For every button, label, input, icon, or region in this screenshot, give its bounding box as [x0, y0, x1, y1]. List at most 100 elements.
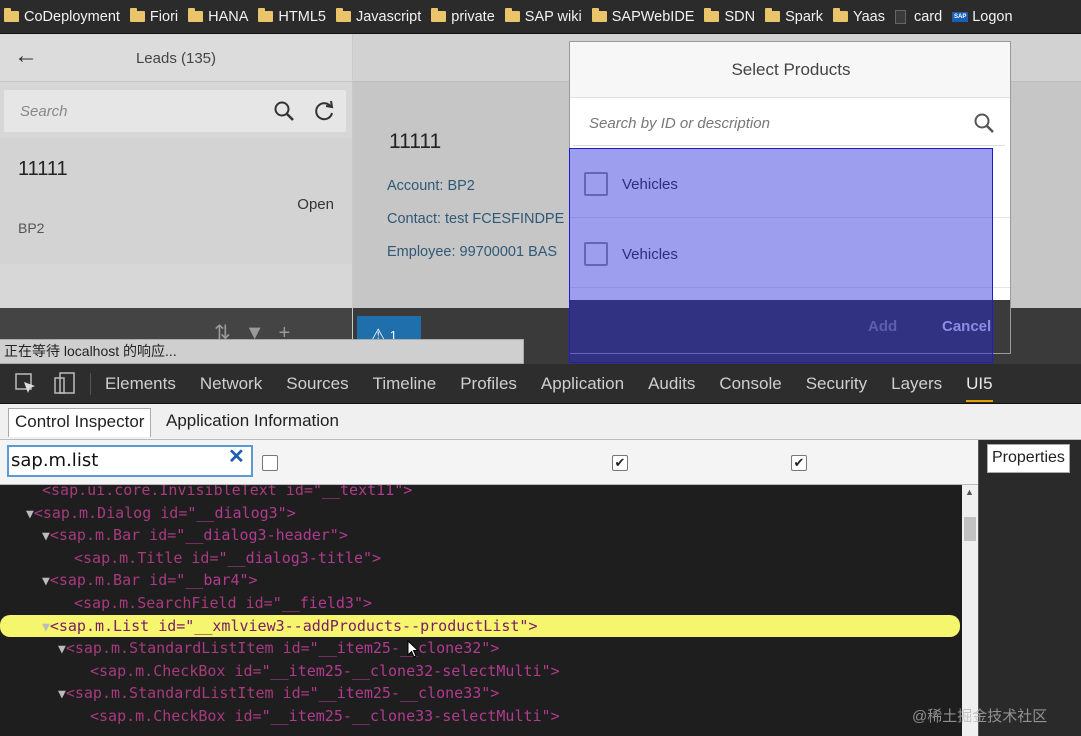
filter-input[interactable]: sap.m.list	[7, 445, 253, 477]
devtools-tab-layers[interactable]: Layers	[891, 374, 942, 394]
bookmark-item[interactable]: HANA	[188, 8, 249, 25]
bookmark-item[interactable]: Spark	[765, 8, 823, 25]
select-products-dialog: Select Products Search by ID or descript…	[569, 41, 1011, 354]
control-tree: <sap.ui.core.InvisibleText id="__text11"…	[0, 485, 962, 736]
devtools-tab-audits[interactable]: Audits	[648, 374, 695, 394]
devtools-tab-ui5[interactable]: UI5	[966, 374, 993, 402]
add-button[interactable]: Add	[868, 318, 897, 335]
bookmark-item[interactable]: Yaas	[833, 8, 885, 25]
node-tag: <sap.m.Dialog	[33, 503, 152, 522]
bookmark-item[interactable]: SAP wiki	[504, 8, 582, 25]
node-attr-value: "__item25-__clone33">	[309, 684, 500, 703]
folder-icon	[188, 8, 204, 22]
dialog-footer: Add Cancel	[570, 300, 1010, 353]
tree-node[interactable]: <sap.m.CheckBox id="__item25-__clone33-s…	[0, 705, 560, 728]
detail-contact[interactable]: Contact: test FCESFINDPE	[387, 211, 564, 227]
devtools-tab-application[interactable]: Application	[541, 374, 624, 394]
tree-node[interactable]: ▼<sap.m.Bar id="__dialog3-header">	[0, 524, 348, 547]
tab-application-information[interactable]: Application Information	[166, 411, 339, 431]
devtools-tab-elements[interactable]: Elements	[105, 374, 176, 394]
tree-node[interactable]: ▼<sap.m.Dialog id="__dialog3">	[0, 502, 296, 525]
devtools-tab-network[interactable]: Network	[200, 374, 262, 394]
expand-triangle-icon[interactable]: ▼	[26, 507, 34, 522]
browser-status-bubble: 正在等待 localhost 的响应...	[0, 339, 524, 364]
inspect-element-icon[interactable]	[14, 372, 38, 396]
detail-employee[interactable]: Employee: 99700001 BAS	[387, 244, 557, 260]
devtools-tab-timeline[interactable]: Timeline	[373, 374, 437, 394]
sap-icon: SAP	[952, 11, 969, 22]
tab-control-inspector[interactable]: Control Inspector	[8, 408, 152, 437]
folder-icon	[335, 8, 351, 22]
detail-lead-id: 11111	[389, 130, 442, 153]
bookmark-label: CoDeployment	[24, 8, 120, 25]
bookmark-item[interactable]: HTML5	[258, 8, 326, 25]
node-attr-value: "__item25-__clone32-selectMulti">	[261, 661, 560, 680]
bookmark-item[interactable]: SAP Logon	[952, 9, 1013, 25]
search-field[interactable]: Search	[4, 90, 346, 132]
tree-node[interactable]: <sap.m.CheckBox id="__item25-__clone32-s…	[0, 660, 560, 683]
devtools-tab-security[interactable]: Security	[806, 374, 867, 394]
bookmark-label: Spark	[785, 8, 823, 25]
expand-triangle-icon[interactable]: ▼	[42, 529, 50, 544]
node-attr: id=	[236, 594, 273, 612]
bookmark-item[interactable]: SAPWebIDE	[591, 8, 695, 25]
node-attr: id=	[225, 661, 262, 680]
node-attr: id=	[149, 616, 186, 635]
scroll-up-arrow-icon[interactable]: ▲	[965, 487, 974, 497]
bookmark-item[interactable]: CoDeployment	[4, 8, 120, 25]
bookmark-label: Yaas	[853, 8, 885, 25]
tree-node[interactable]: ▼<sap.m.Bar id="__bar4">	[0, 569, 258, 592]
devtools-tab-sources[interactable]: Sources	[286, 374, 348, 394]
bookmarks-bar: CoDeployment Fiori HANA HTML5 Javascript priv…	[0, 0, 1081, 34]
tree-scrollbar[interactable]: ▲	[962, 485, 978, 736]
bookmark-item[interactable]: Javascript	[335, 8, 421, 25]
devtools-panel: Elements Network Sources Timeline Profiles Ap…	[0, 364, 1081, 736]
tree-node[interactable]: <sap.m.SearchField id="__field3">	[0, 592, 372, 615]
filter-checkbox-2[interactable]: ✔	[612, 455, 628, 471]
bookmark-label: HANA	[208, 8, 249, 25]
lead-account: BP2	[18, 220, 45, 236]
bookmark-item[interactable]: private	[431, 8, 495, 25]
node-tag: <sap.m.StandardListItem	[65, 684, 274, 703]
bookmark-label: SAPWebIDE	[611, 8, 695, 25]
tab-properties[interactable]: Properties	[987, 444, 1070, 473]
node-tag: <sap.m.Bar	[49, 571, 141, 590]
tree-node[interactable]: <sap.ui.core.InvisibleText id="__text11"…	[0, 485, 412, 502]
product-label: Vehicles	[622, 246, 678, 263]
toolbar-separator	[90, 372, 91, 395]
devtools-tab-profiles[interactable]: Profiles	[460, 374, 517, 394]
master-header: ← Leads (135)	[0, 34, 352, 82]
device-toolbar-icon[interactable]	[54, 371, 76, 396]
expand-triangle-icon[interactable]: ▼	[58, 687, 66, 702]
filter-checkbox-3[interactable]: ✔	[791, 455, 807, 471]
dialog-search-field[interactable]: Search by ID or description	[573, 100, 1005, 146]
bookmark-item[interactable]: Fiori	[129, 8, 178, 25]
expand-triangle-icon[interactable]: ▼	[58, 642, 66, 657]
filter-checkbox-1[interactable]	[262, 455, 278, 471]
tree-node[interactable]: <sap.m.Title id="__dialog3-title">	[0, 547, 381, 570]
node-tag: <sap.m.Title	[74, 548, 183, 567]
product-checkbox[interactable]	[584, 172, 608, 196]
product-checkbox[interactable]	[584, 242, 608, 266]
refresh-icon[interactable]	[312, 99, 336, 123]
expand-triangle-icon[interactable]: ▼	[42, 574, 50, 589]
clear-icon[interactable]: ✕	[228, 444, 245, 469]
scrollbar-thumb[interactable]	[964, 517, 976, 541]
product-list-item[interactable]: Vehicles	[570, 220, 1010, 288]
expand-triangle-icon[interactable]: ▼	[42, 620, 50, 635]
folder-icon	[704, 8, 720, 22]
node-attr-value: "__item25-__clone32">	[309, 639, 500, 658]
tree-node[interactable]: ▼<sap.m.StandardListItem id="__item25-__…	[0, 682, 499, 705]
detail-account: Account: BP2	[387, 178, 475, 194]
tree-node[interactable]: ▼<sap.m.StandardListItem id="__item25-__…	[0, 637, 499, 660]
search-icon[interactable]	[273, 100, 295, 122]
product-list-item[interactable]: Vehicles	[570, 150, 1010, 218]
bookmark-item[interactable]: card	[894, 9, 942, 25]
devtools-tab-console[interactable]: Console	[719, 374, 781, 394]
tree-node-selected[interactable]: ▼<sap.m.List id="__xmlview3--addProducts…	[0, 614, 960, 638]
cancel-button[interactable]: Cancel	[942, 318, 991, 335]
lead-list-item[interactable]: 11111 Open BP2	[0, 138, 352, 264]
search-icon[interactable]	[973, 112, 995, 134]
bookmark-item[interactable]: SDN	[704, 8, 755, 25]
node-attr: id=	[140, 571, 177, 590]
